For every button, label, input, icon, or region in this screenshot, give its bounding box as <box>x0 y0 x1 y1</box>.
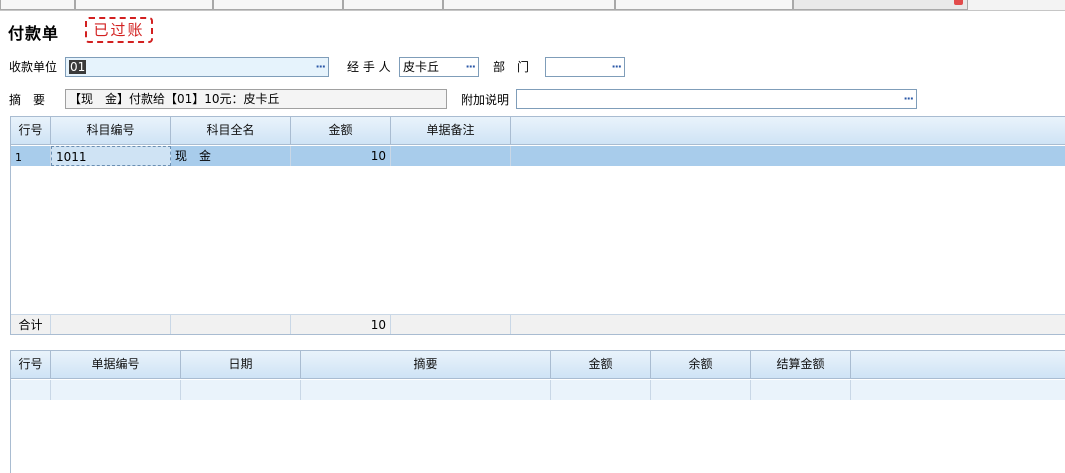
posted-stamp: 已过账 <box>85 17 153 43</box>
close-icon[interactable] <box>954 0 963 5</box>
blank-cell[interactable] <box>751 380 851 400</box>
row-line-no: 1 <box>11 146 51 166</box>
browse-dept-button[interactable]: ··· <box>611 58 622 76</box>
table-row[interactable]: 1 1011 现 金 10 <box>11 146 1065 166</box>
browse-note-button[interactable]: ··· <box>903 90 914 108</box>
payee-label: 收款单位 <box>9 60 58 74</box>
col2-amount[interactable]: 金额 <box>551 351 651 379</box>
dept-field[interactable]: ··· <box>545 57 625 77</box>
tab-1[interactable] <box>0 0 75 10</box>
col2-balance[interactable]: 余额 <box>651 351 751 379</box>
account-grid: 行号 科目编号 科目全名 金额 单据备注 1 1011 现 金 10 合计 10 <box>10 116 1065 335</box>
tab-strip <box>0 0 1065 11</box>
dept-label: 部 门 <box>493 60 530 74</box>
settlement-grid-header: 行号 单据编号 日期 摘要 金额 余额 结算金额 <box>11 351 1065 379</box>
note-field[interactable]: ··· <box>516 89 917 109</box>
col-remark[interactable]: 单据备注 <box>391 117 511 145</box>
col2-bill-no[interactable]: 单据编号 <box>51 351 181 379</box>
account-grid-footer: 合计 10 <box>11 314 1065 334</box>
payee-field[interactable]: 01 ··· <box>65 57 329 77</box>
col-account-name[interactable]: 科目全名 <box>171 117 291 145</box>
tab-active[interactable] <box>793 0 968 10</box>
summary-value: 【现 金】付款给【01】10元：皮卡丘 <box>69 92 280 106</box>
col-amount[interactable]: 金额 <box>291 117 391 145</box>
browse-payee-button[interactable]: ··· <box>315 58 326 76</box>
row-account-code[interactable]: 1011 <box>51 146 171 166</box>
page-title: 付款单 <box>8 24 60 43</box>
note-label: 附加说明 <box>461 93 510 107</box>
settlement-grid: 行号 单据编号 日期 摘要 金额 余额 结算金额 <box>10 350 1065 473</box>
tab-5[interactable] <box>443 0 615 10</box>
row-amount[interactable]: 10 <box>291 146 391 166</box>
blank-cell[interactable] <box>51 380 181 400</box>
blank-cell[interactable] <box>651 380 751 400</box>
tab-4[interactable] <box>343 0 443 10</box>
tab-2[interactable] <box>75 0 213 10</box>
payee-value: 01 <box>69 60 87 74</box>
footer-empty-3 <box>391 315 511 334</box>
summary-label: 摘 要 <box>9 93 46 107</box>
row-remark[interactable] <box>391 146 511 166</box>
col-account-code[interactable]: 科目编号 <box>51 117 171 145</box>
col-line-no[interactable]: 行号 <box>11 117 51 145</box>
handler-field[interactable]: 皮卡丘 ··· <box>399 57 479 77</box>
blank-cell[interactable] <box>301 380 551 400</box>
blank-cell[interactable] <box>551 380 651 400</box>
col2-summary[interactable]: 摘要 <box>301 351 551 379</box>
handler-label: 经 手 人 <box>347 60 391 74</box>
footer-empty-2 <box>171 315 291 334</box>
handler-value: 皮卡丘 <box>403 60 440 74</box>
browse-handler-button[interactable]: ··· <box>465 58 476 76</box>
table-row[interactable] <box>11 380 1065 400</box>
footer-empty-1 <box>51 315 171 334</box>
blank-cell[interactable] <box>181 380 301 400</box>
tab-6[interactable] <box>615 0 793 10</box>
tab-3[interactable] <box>213 0 343 10</box>
footer-total-amount: 10 <box>291 315 391 334</box>
summary-field[interactable]: 【现 金】付款给【01】10元：皮卡丘 <box>65 89 447 109</box>
col2-line-no[interactable]: 行号 <box>11 351 51 379</box>
col2-date[interactable]: 日期 <box>181 351 301 379</box>
blank-cell[interactable] <box>11 380 51 400</box>
footer-total-label: 合计 <box>11 315 51 334</box>
col2-settled-amount[interactable]: 结算金额 <box>751 351 851 379</box>
row-account-name[interactable]: 现 金 <box>171 146 291 166</box>
account-grid-header: 行号 科目编号 科目全名 金额 单据备注 <box>11 117 1065 145</box>
